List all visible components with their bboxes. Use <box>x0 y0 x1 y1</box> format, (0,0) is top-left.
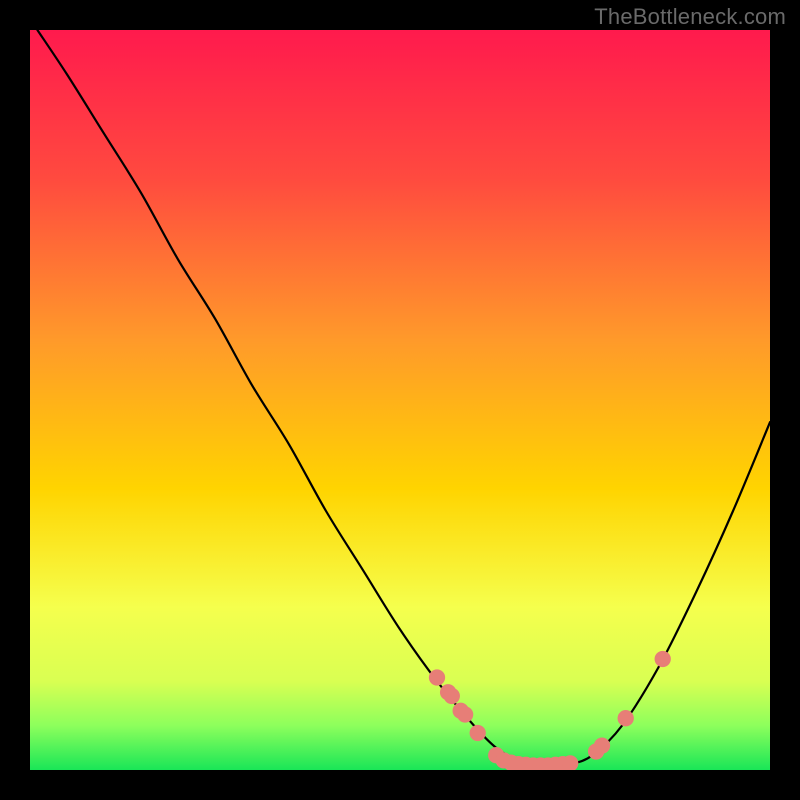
data-point <box>444 688 460 704</box>
plot-area <box>30 30 770 770</box>
data-point <box>457 706 473 722</box>
data-point <box>429 669 445 685</box>
data-point <box>594 737 610 753</box>
data-point <box>655 651 671 667</box>
watermark-text: TheBottleneck.com <box>594 4 786 30</box>
data-point <box>470 725 486 741</box>
data-point <box>618 710 634 726</box>
plot-svg <box>30 30 770 770</box>
chart-stage: TheBottleneck.com <box>0 0 800 800</box>
